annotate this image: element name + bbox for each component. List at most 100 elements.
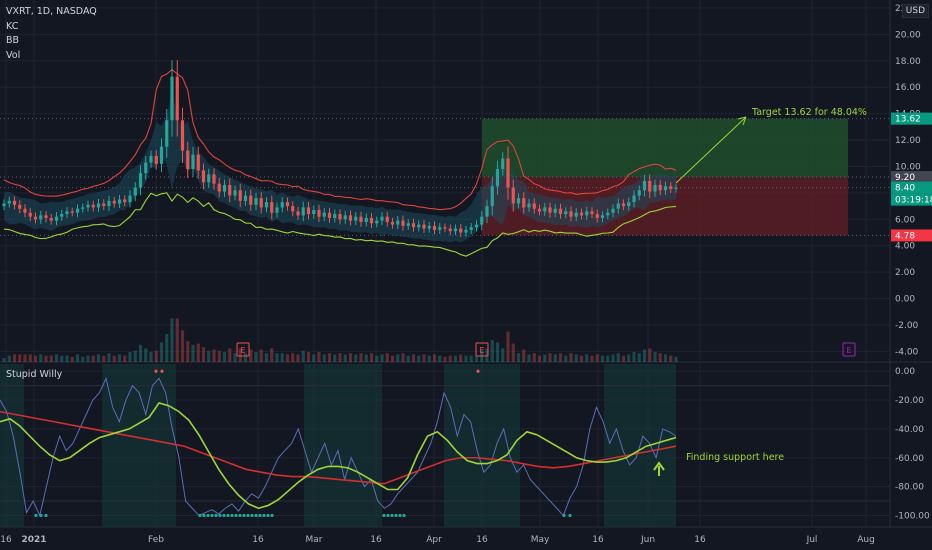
indicator-kc[interactable]: KC bbox=[6, 20, 97, 35]
oscillator-title[interactable]: Stupid Willy bbox=[6, 369, 62, 380]
candle-body bbox=[186, 150, 190, 170]
candle-body bbox=[396, 220, 400, 225]
currency-button[interactable]: USD bbox=[901, 4, 929, 18]
oscillator-tick-label: -100.00 bbox=[895, 511, 930, 521]
volume-bar bbox=[317, 352, 321, 362]
volume-bar bbox=[564, 355, 568, 362]
volume-bar bbox=[154, 350, 158, 362]
volume-bar bbox=[459, 354, 463, 362]
volume-bar bbox=[574, 354, 578, 362]
oversold-dot bbox=[562, 513, 566, 518]
support-annotation: Finding support here bbox=[686, 452, 784, 463]
volume-bar bbox=[117, 354, 122, 362]
oscillator-tick-label: -60.00 bbox=[895, 454, 924, 464]
volume-bar bbox=[291, 353, 295, 362]
candle-body bbox=[102, 203, 106, 207]
price-label-position: 9.20 bbox=[895, 173, 915, 183]
time-tick-label: Feb bbox=[148, 535, 164, 545]
candle-body bbox=[648, 181, 652, 192]
indicator-bb[interactable]: BB bbox=[6, 34, 97, 49]
volume-bar bbox=[364, 354, 368, 362]
volume-bar bbox=[579, 355, 584, 362]
volume-bar bbox=[259, 349, 263, 362]
candle-body bbox=[264, 202, 269, 208]
time-tick-label: 16 bbox=[370, 535, 382, 545]
volume-bar bbox=[128, 352, 132, 362]
oversold-dot bbox=[222, 513, 226, 518]
volume-bar bbox=[18, 354, 22, 362]
candle-body bbox=[595, 214, 599, 218]
candle-body bbox=[390, 221, 395, 225]
volume-bar bbox=[396, 354, 400, 362]
candle-body bbox=[558, 208, 563, 215]
candle-body bbox=[438, 227, 442, 230]
candle-body bbox=[474, 224, 479, 228]
volume-bar bbox=[495, 342, 500, 362]
candle-body bbox=[632, 195, 636, 203]
candle-body bbox=[285, 202, 290, 207]
candle-body bbox=[207, 174, 211, 183]
candle-body bbox=[669, 186, 673, 189]
candle-body bbox=[642, 181, 647, 191]
oversold-dot bbox=[262, 513, 266, 518]
candle-body bbox=[448, 228, 452, 232]
volume-bar bbox=[196, 343, 200, 362]
candle-body bbox=[28, 212, 32, 217]
volume-bar bbox=[653, 352, 657, 362]
price-tick-label: 16.00 bbox=[895, 83, 921, 93]
volume-bar bbox=[270, 348, 274, 362]
oversold-dot bbox=[44, 513, 48, 518]
volume-bar bbox=[280, 353, 284, 362]
symbol-title[interactable]: VXRT, 1D, NASDAQ bbox=[6, 5, 97, 20]
oversold-dot bbox=[218, 513, 222, 518]
candle-body bbox=[343, 215, 347, 220]
candle-body bbox=[180, 120, 185, 151]
volume-bar bbox=[411, 354, 416, 362]
volume-bar bbox=[180, 330, 185, 362]
volume-bar bbox=[170, 318, 174, 362]
candle-body bbox=[86, 204, 90, 208]
candle-body bbox=[159, 146, 164, 164]
volume-bar bbox=[228, 348, 232, 362]
candle-body bbox=[2, 203, 6, 207]
time-tick-label: Mar bbox=[306, 535, 323, 545]
volume-bar bbox=[75, 354, 80, 362]
candle-body bbox=[112, 200, 116, 204]
oversold-dot bbox=[214, 513, 218, 518]
volume-bar bbox=[532, 353, 536, 362]
volume-bar bbox=[296, 354, 300, 362]
candle-body bbox=[296, 211, 300, 216]
price-label-countdown: 03:19:18 bbox=[895, 196, 932, 206]
volume-bar bbox=[432, 354, 437, 362]
oversold-dot bbox=[382, 513, 386, 518]
volume-bar bbox=[385, 353, 389, 362]
volume-bar bbox=[359, 353, 363, 362]
oscillator-zone bbox=[304, 364, 382, 527]
overbought-dot bbox=[476, 369, 480, 373]
candle-body bbox=[364, 217, 368, 222]
volume-bar bbox=[490, 340, 494, 362]
price-tick-label: 20.00 bbox=[895, 30, 921, 40]
candle-body bbox=[522, 198, 526, 208]
volume-bar bbox=[469, 355, 473, 362]
volume-bar bbox=[590, 355, 594, 362]
time-tick-label: Jun bbox=[640, 535, 655, 545]
candle-body bbox=[133, 187, 137, 196]
volume-bar bbox=[107, 353, 111, 362]
volume-bar bbox=[380, 354, 384, 362]
volume-bar bbox=[375, 355, 379, 362]
candle-body bbox=[81, 207, 85, 209]
volume-bar bbox=[327, 353, 332, 362]
volume-bar bbox=[44, 355, 48, 362]
oscillator-zone bbox=[444, 364, 520, 527]
price-tick-label: -2.00 bbox=[895, 321, 919, 331]
time-tick-label: 16 bbox=[694, 535, 706, 545]
volume-bar bbox=[474, 355, 479, 362]
volume-bar bbox=[422, 354, 426, 362]
time-tick-label: Apr bbox=[426, 535, 442, 545]
candle-body bbox=[527, 203, 531, 208]
indicator-vol[interactable]: Vol bbox=[6, 49, 97, 64]
candle-body bbox=[49, 217, 53, 221]
volume-bar bbox=[175, 318, 179, 362]
candle-body bbox=[417, 224, 421, 228]
